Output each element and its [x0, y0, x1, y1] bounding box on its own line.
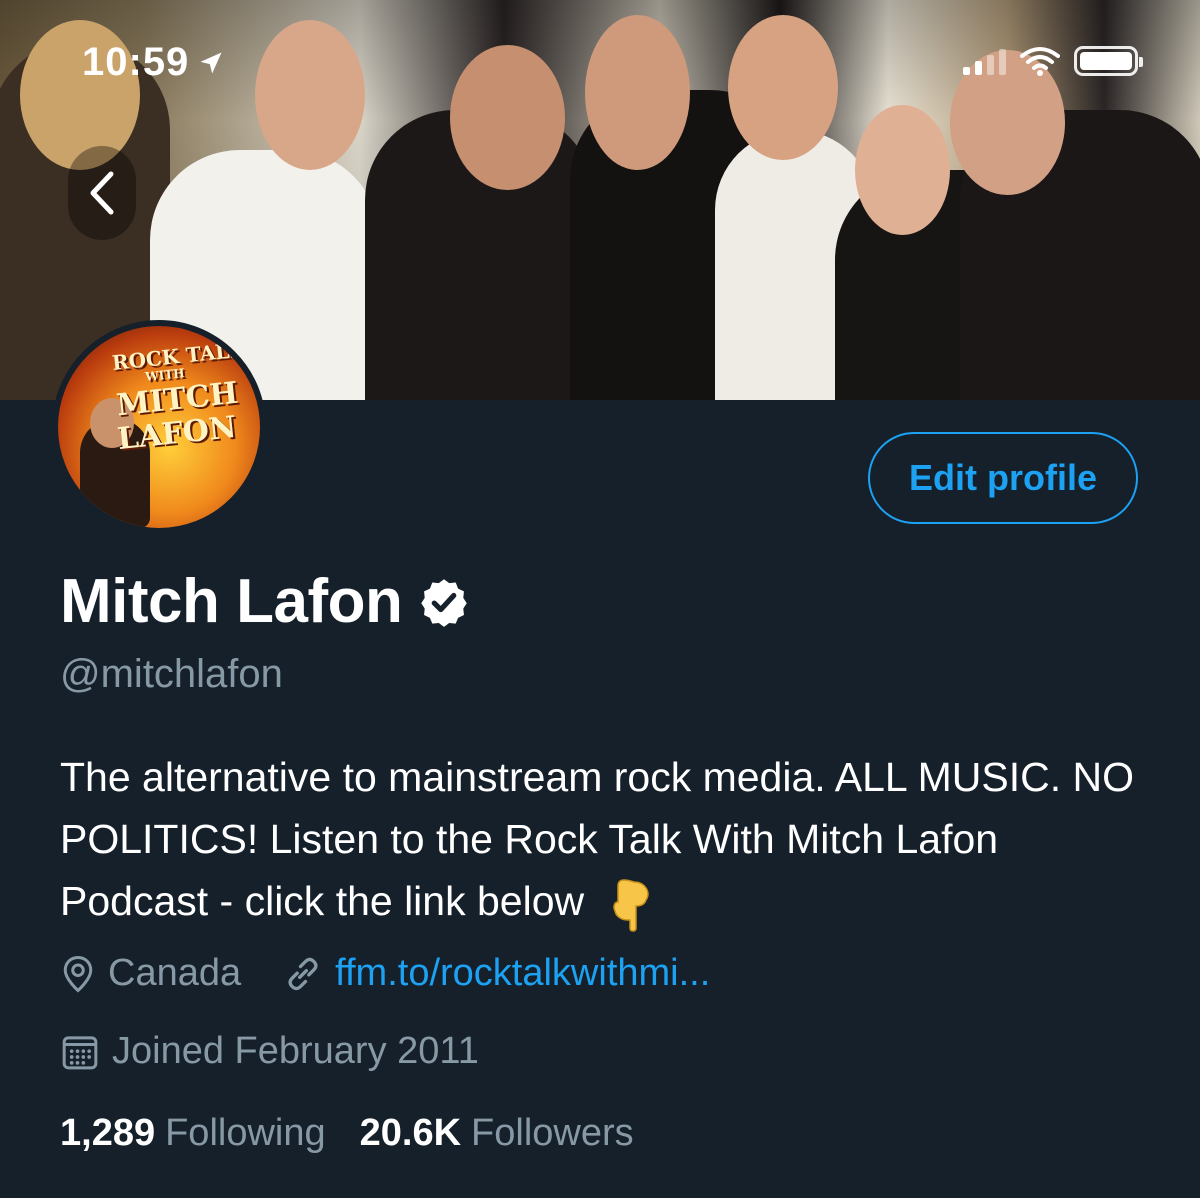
profile-location-text: Canada — [108, 952, 242, 994]
edit-profile-button[interactable]: Edit profile — [868, 432, 1138, 524]
wifi-icon — [1020, 47, 1060, 76]
back-button[interactable] — [68, 146, 136, 240]
profile-joined-row: Joined February 2011 — [60, 1030, 479, 1073]
banner-photo-figure — [855, 105, 950, 235]
location-pin-icon — [63, 955, 93, 993]
status-bar-indicators — [963, 46, 1143, 76]
link-icon — [288, 957, 318, 990]
profile-bio-text: The alternative to mainstream rock media… — [60, 754, 1134, 924]
followers-label: Followers — [471, 1112, 634, 1154]
profile-avatar[interactable]: ROCK TALK WITH MITCH LAFON — [52, 320, 266, 534]
banner-photo-figure — [728, 15, 838, 160]
banner-photo-figure — [450, 45, 565, 190]
profile-counts: 1,289 Following 20.6K Followers — [60, 1112, 634, 1155]
profile-meta-row: Canada ffm.to/rocktalkwithmi... — [60, 952, 710, 995]
following-label: Following — [165, 1112, 326, 1154]
chevron-left-icon — [90, 171, 114, 215]
profile-joined: Joined February 2011 — [60, 1030, 479, 1073]
battery-icon — [1074, 46, 1143, 76]
following-count: 1,289 — [60, 1112, 156, 1154]
verified-badge-icon — [421, 578, 468, 627]
profile-display-name: Mitch Lafon — [60, 567, 403, 636]
cellular-signal-icon — [963, 47, 1006, 75]
calendar-icon — [62, 1035, 98, 1069]
banner-photo-figure — [255, 20, 365, 170]
banner-photo-figure — [585, 15, 690, 170]
profile-website[interactable]: ffm.to/rocktalkwithmi... — [283, 952, 710, 995]
profile-website-link[interactable]: ffm.to/rocktalkwithmi... — [335, 952, 710, 995]
followers-count-link[interactable]: 20.6K Followers — [360, 1112, 634, 1155]
pointing-down-hand-icon — [612, 879, 649, 932]
status-bar-time: 10:59 — [82, 40, 225, 85]
profile-handle: @mitchlafon — [60, 652, 283, 696]
status-time-text: 10:59 — [82, 40, 190, 84]
profile-location: Canada — [60, 952, 241, 995]
profile-bio: The alternative to mainstream rock media… — [60, 746, 1150, 932]
profile-name-row: Mitch Lafon — [60, 566, 470, 637]
followers-count: 20.6K — [359, 1112, 462, 1154]
location-arrow-icon — [200, 52, 222, 73]
profile-joined-text: Joined February 2011 — [112, 1030, 479, 1072]
following-count-link[interactable]: 1,289 Following — [60, 1112, 326, 1155]
